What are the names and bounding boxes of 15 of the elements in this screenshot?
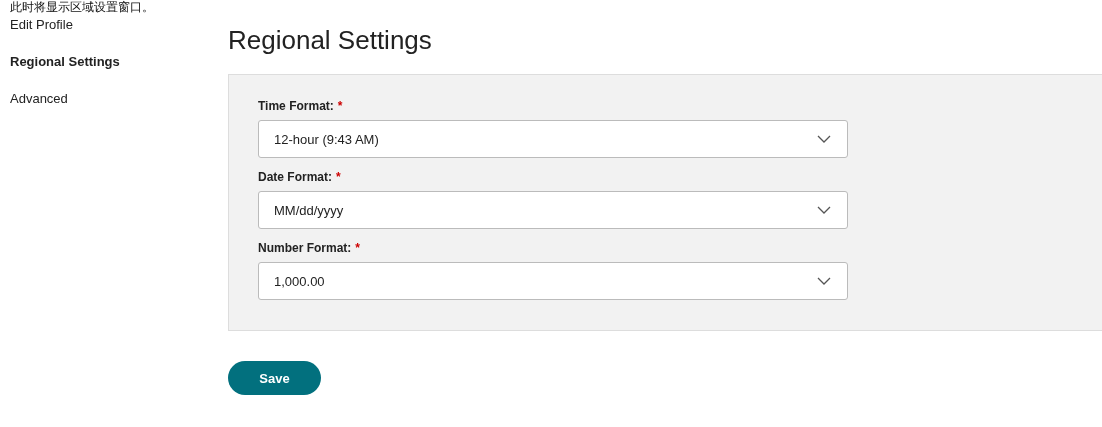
sidebar-item[interactable]: Regional Settings xyxy=(10,53,120,70)
caption-text: 此时将显示区域设置窗口。 xyxy=(9,0,155,14)
field-label: Time Format: * xyxy=(258,99,343,113)
save-button[interactable]: Save xyxy=(228,361,321,395)
dropdown-field[interactable]: 1,000.00 xyxy=(258,262,848,300)
field-label: Number Format: * xyxy=(258,241,360,255)
chevron-down-icon xyxy=(817,135,831,143)
page-heading: Regional Settings xyxy=(228,24,433,56)
sidebar-item[interactable]: Advanced xyxy=(10,90,68,107)
chevron-down-icon xyxy=(817,206,831,214)
chevron-down-icon xyxy=(817,277,831,285)
field-label: Date Format: * xyxy=(258,170,341,184)
dropdown-field[interactable]: 12-hour (9:43 AM) xyxy=(258,120,848,158)
sidebar-item[interactable]: Edit Profile xyxy=(10,16,73,33)
dropdown-field[interactable]: MM/dd/yyyy xyxy=(258,191,848,229)
